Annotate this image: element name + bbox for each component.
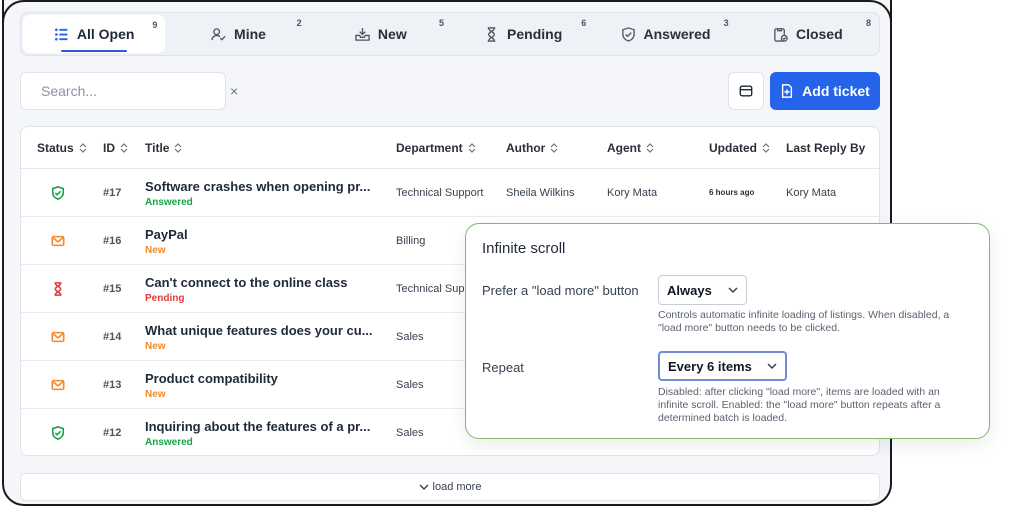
ticket-author: Sheila Wilkins <box>506 187 575 199</box>
user-icon <box>211 27 226 41</box>
ticket-title[interactable]: Product compatibility <box>145 371 278 386</box>
chevron-down-icon <box>728 287 738 294</box>
search-input[interactable] <box>41 83 222 99</box>
add-ticket-label: Add ticket <box>802 83 870 99</box>
inbox-icon <box>355 27 370 41</box>
repeat-help: Disabled: after clicking "load more", it… <box>658 386 941 424</box>
column-header-title[interactable]: Title <box>145 141 182 155</box>
load-more-label: load more <box>432 481 482 493</box>
tab-label: New <box>377 26 407 42</box>
ticket-title[interactable]: Inquiring about the features of a pr... <box>145 419 370 434</box>
column-header-status[interactable]: Status <box>37 141 87 155</box>
repeat-select[interactable]: Every 6 items <box>658 351 787 381</box>
sort-icon <box>550 143 558 153</box>
ticket-department: Sales <box>396 331 424 343</box>
ticket-state: New <box>145 341 166 352</box>
ticket-state: Answered <box>145 197 193 208</box>
tab-count: 9 <box>152 20 158 30</box>
shield-check-icon <box>621 26 635 42</box>
shield-check-icon <box>51 186 65 200</box>
sort-icon <box>762 143 770 153</box>
tab-count: 8 <box>865 18 871 28</box>
tab-answered[interactable]: Answered 3 <box>594 13 736 55</box>
tab-label: Mine <box>234 26 266 42</box>
ticket-department: Technical Support <box>396 187 484 199</box>
ticket-agent: Kory Mata <box>607 187 658 199</box>
ticket-department: Billing <box>396 235 426 247</box>
tab-count: 3 <box>723 18 729 28</box>
repeat-value: Every 6 items <box>668 358 752 374</box>
tab-pending[interactable]: Pending 6 <box>452 13 594 55</box>
ticket-last-reply: Kory Mata <box>786 187 837 199</box>
tab-label: Closed <box>795 26 843 42</box>
calendar-button[interactable] <box>728 72 764 110</box>
clipboard-check-icon <box>774 27 788 42</box>
tab-count: 5 <box>438 18 444 28</box>
ticket-department: Technical Supp <box>396 283 471 295</box>
column-header-last-reply-by[interactable]: Last Reply By <box>786 141 865 155</box>
search-box: × <box>20 72 238 110</box>
ticket-id: #17 <box>103 187 122 199</box>
tab-count: 2 <box>296 18 302 28</box>
ticket-department: Sales <box>396 427 424 439</box>
envelope-icon <box>51 331 65 343</box>
envelope-icon <box>51 235 65 247</box>
chevron-down-icon <box>767 363 777 370</box>
ticket-id: #16 <box>103 235 122 247</box>
load-more-button[interactable]: load more <box>20 473 880 501</box>
repeat-label: Repeat <box>482 360 524 375</box>
status-tabs: All Open 9 Mine 2 New 5 Pending 6 Answer… <box>20 12 880 56</box>
tab-all-open[interactable]: All Open 9 <box>23 15 166 53</box>
tab-count: 6 <box>581 18 587 28</box>
tab-label: Pending <box>507 26 563 42</box>
table-row[interactable]: #17 Software crashes when opening pr... … <box>21 169 879 217</box>
list-icon <box>54 28 68 40</box>
sort-icon <box>468 143 476 153</box>
prefer-load-more-value: Always <box>667 282 712 298</box>
ticket-id: #14 <box>103 331 122 343</box>
calendar-icon <box>739 85 753 97</box>
tab-closed[interactable]: Closed 8 <box>737 13 879 55</box>
envelope-icon <box>51 379 65 391</box>
ticket-state: Answered <box>145 437 193 448</box>
tab-label: Answered <box>643 26 711 42</box>
chevron-down-icon <box>419 484 429 490</box>
ticket-id: #13 <box>103 379 122 391</box>
column-header-author[interactable]: Author <box>506 141 558 155</box>
sort-icon <box>120 143 128 153</box>
sort-icon <box>646 143 654 153</box>
sort-icon <box>175 143 182 153</box>
add-ticket-button[interactable]: Add ticket <box>770 72 880 110</box>
column-header-agent[interactable]: Agent <box>607 141 654 155</box>
ticket-state: Pending <box>145 293 185 304</box>
prefer-load-more-label: Prefer a "load more" button <box>482 283 639 298</box>
column-header-id[interactable]: ID <box>103 141 128 155</box>
table-header: Status ID Title Department Author Agent … <box>21 127 879 169</box>
tab-mine[interactable]: Mine 2 <box>167 13 309 55</box>
prefer-load-more-help: Controls automatic infinite loading of l… <box>658 309 950 334</box>
ticket-department: Sales <box>396 379 424 391</box>
add-document-icon <box>782 84 793 98</box>
shield-check-icon <box>51 426 65 440</box>
ticket-state: New <box>145 389 166 400</box>
hourglass-icon <box>487 26 496 42</box>
tab-label: All Open <box>76 26 135 42</box>
ticket-title[interactable]: What unique features does your cu... <box>145 323 373 338</box>
ticket-title[interactable]: Can't connect to the online class <box>145 275 347 290</box>
ticket-state: New <box>145 245 166 256</box>
ticket-id: #15 <box>103 283 122 295</box>
infinite-scroll-panel: Infinite scroll Prefer a "load more" but… <box>465 223 990 439</box>
column-header-updated[interactable]: Updated <box>709 141 770 155</box>
ticket-title[interactable]: Software crashes when opening pr... <box>145 179 370 194</box>
column-header-department[interactable]: Department <box>396 141 476 155</box>
hourglass-icon <box>54 282 62 296</box>
panel-title: Infinite scroll <box>482 240 566 257</box>
clear-search-icon[interactable]: × <box>230 83 238 99</box>
tab-new[interactable]: New 5 <box>310 13 452 55</box>
ticket-updated: 6 hours ago <box>709 188 755 197</box>
ticket-title[interactable]: PayPal <box>145 227 188 242</box>
sort-icon <box>79 143 87 153</box>
ticket-id: #12 <box>103 427 122 439</box>
prefer-load-more-select[interactable]: Always <box>658 275 747 305</box>
